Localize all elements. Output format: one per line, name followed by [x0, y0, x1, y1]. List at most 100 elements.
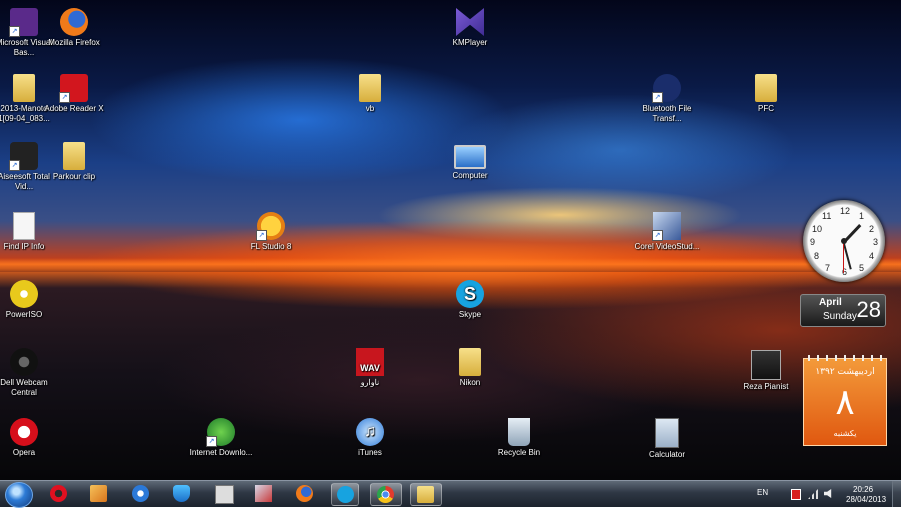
folder-icon: [359, 74, 381, 102]
desktop-icon-find-ip-info[interactable]: Find IP Info: [0, 212, 57, 252]
taskbar-cyberlink[interactable]: [250, 483, 276, 504]
media-player-icon: [90, 485, 107, 502]
clock-time[interactable]: 20:26: [853, 485, 873, 494]
desktop-icon-poweriso[interactable]: PowerISO: [0, 280, 57, 320]
opera-icon: [10, 418, 38, 446]
pdf-icon: ↗: [59, 74, 88, 103]
folder-icon: [63, 142, 85, 170]
desktop-icon-reza-pianist[interactable]: Reza Pianist: [733, 350, 799, 392]
taskbar-security[interactable]: [168, 483, 194, 504]
taskbar-kmplayer[interactable]: [210, 483, 236, 504]
kmplayer-icon: [215, 485, 234, 504]
calendar-weekday: یکشنبه: [833, 429, 857, 438]
clock-center-pin: [841, 238, 847, 244]
wav-text: WAV: [360, 363, 380, 373]
desktop-icon-vb-folder[interactable]: vb: [337, 74, 403, 114]
network-signal-icon[interactable]: [808, 489, 818, 499]
shield-icon: [173, 485, 190, 502]
shortcut-arrow-icon: ↗: [59, 92, 70, 103]
opera-icon: [50, 485, 67, 502]
taskbar-media-player[interactable]: [85, 483, 111, 504]
clock-number-7: 7: [825, 263, 831, 273]
clock-number-1: 1: [859, 211, 865, 221]
kmplayer-icon: [456, 8, 484, 36]
taskbar-skype[interactable]: [331, 483, 359, 506]
calendar-rings: [808, 355, 882, 361]
skype-icon: [337, 486, 354, 503]
desktop-icon-computer[interactable]: Computer: [437, 145, 503, 181]
desktop-background: ↗ Microsoft Visual Bas... 2013-Manoto 1[…: [0, 0, 901, 480]
shortcut-arrow-icon: ↗: [652, 92, 663, 103]
desktop-icon-itunes[interactable]: ♫ iTunes: [337, 418, 403, 458]
clock-date[interactable]: 28/04/2013: [846, 495, 886, 504]
desktop-icon-parkour-clip[interactable]: Parkour clip: [41, 142, 107, 182]
shortcut-arrow-icon: ↗: [9, 160, 20, 171]
desktop-icon-wav-file[interactable]: WAV ناوارو: [337, 348, 403, 388]
language-indicator[interactable]: EN: [757, 488, 768, 497]
desktop-icon-fl-studio[interactable]: ↗ FL Studio 8: [238, 212, 304, 252]
persian-calendar-gadget[interactable]: اردیبهشت ۱۳۹۲ ۸ یکشنبه: [803, 355, 887, 446]
clock-number-12: 12: [840, 206, 851, 216]
show-desktop-button[interactable]: [892, 481, 901, 507]
wav-file-icon: WAV: [356, 348, 384, 376]
chrome-icon: [377, 486, 394, 503]
calendar-month-year: اردیبهشت ۱۳۹۲: [815, 367, 875, 377]
desktop-icon-adobe-reader[interactable]: ↗ Adobe Reader X: [41, 74, 107, 114]
clock-second-hand: [843, 241, 844, 273]
recycle-bin-icon: [508, 418, 530, 446]
itunes-icon: ♫: [356, 418, 384, 446]
desktop-icon-opera[interactable]: Opera: [0, 418, 57, 458]
shortcut-arrow-icon: ↗: [206, 436, 217, 447]
desktop-icon-recycle-bin[interactable]: Recycle Bin: [486, 418, 552, 458]
date-gadget-day: 28: [856, 297, 881, 322]
clock-number-10: 10: [812, 224, 823, 234]
shortcut-arrow-icon: ↗: [256, 230, 267, 241]
desktop-icon-internet-download-manager[interactable]: ↗ Internet Downlo...: [188, 418, 254, 458]
film-reel-icon: ↗: [9, 142, 38, 171]
clock-number-8: 8: [814, 251, 820, 261]
folder-icon: [755, 74, 777, 102]
horizon-glow: [0, 258, 901, 272]
bluetooth-icon: ↗: [652, 74, 681, 103]
firefox-icon: [296, 485, 313, 502]
taskbar-firefox[interactable]: [291, 483, 317, 504]
webcam-icon: [10, 348, 38, 376]
internet-explorer-icon: [132, 485, 149, 502]
desktop-icon-bluetooth[interactable]: ↗ Bluetooth File Transf...: [634, 74, 700, 124]
desktop-icon-corel-videostudio[interactable]: ↗ Corel VideoStud...: [634, 212, 700, 252]
start-button[interactable]: [5, 482, 33, 508]
date-gadget-weekday: Sunday: [823, 311, 857, 322]
download-manager-icon: ↗: [206, 418, 235, 447]
volume-speaker-icon[interactable]: [824, 489, 832, 498]
calculator-icon: [655, 418, 679, 448]
date-gadget[interactable]: April Sunday 28: [800, 294, 886, 327]
desktop-icon-nikon-folder[interactable]: Nikon: [437, 348, 503, 388]
desktop-icon-firefox[interactable]: Mozilla Firefox: [41, 8, 107, 48]
calendar-day: ۸: [835, 382, 855, 423]
folder-icon: [13, 74, 35, 102]
desktop-icon-calculator[interactable]: Calculator: [634, 418, 700, 460]
visual-basic-icon: ↗: [9, 8, 38, 37]
action-center-flag-icon[interactable]: [791, 489, 801, 500]
clock-number-9: 9: [810, 237, 816, 247]
clock-gadget[interactable]: 12 1 2 3 4 5 6 7 8 9 10 11: [803, 200, 885, 282]
desktop-icon-kmplayer[interactable]: KMPlayer: [437, 8, 503, 48]
date-gadget-month: April: [819, 297, 842, 308]
video-file-icon: [751, 350, 781, 380]
clock-number-5: 5: [859, 263, 865, 273]
clock-number-4: 4: [869, 251, 875, 261]
skype-icon: S: [456, 280, 484, 308]
taskbar-windows-explorer[interactable]: [410, 483, 442, 506]
computer-icon: [454, 145, 486, 169]
clock-number-3: 3: [873, 237, 879, 247]
desktop-icon-skype[interactable]: S Skype: [437, 280, 503, 320]
folder-icon: [417, 486, 434, 503]
desktop-icon-dell-webcam[interactable]: Dell Webcam Central: [0, 348, 57, 398]
firefox-icon: [60, 8, 88, 36]
desktop-icon-pfc-folder[interactable]: PFC: [733, 74, 799, 114]
taskbar-opera[interactable]: [45, 483, 71, 504]
taskbar-chrome[interactable]: [370, 483, 402, 506]
taskbar-internet-explorer[interactable]: [127, 483, 153, 504]
taskbar: EN 20:26 28/04/2013: [0, 480, 901, 508]
clock-number-2: 2: [869, 224, 875, 234]
